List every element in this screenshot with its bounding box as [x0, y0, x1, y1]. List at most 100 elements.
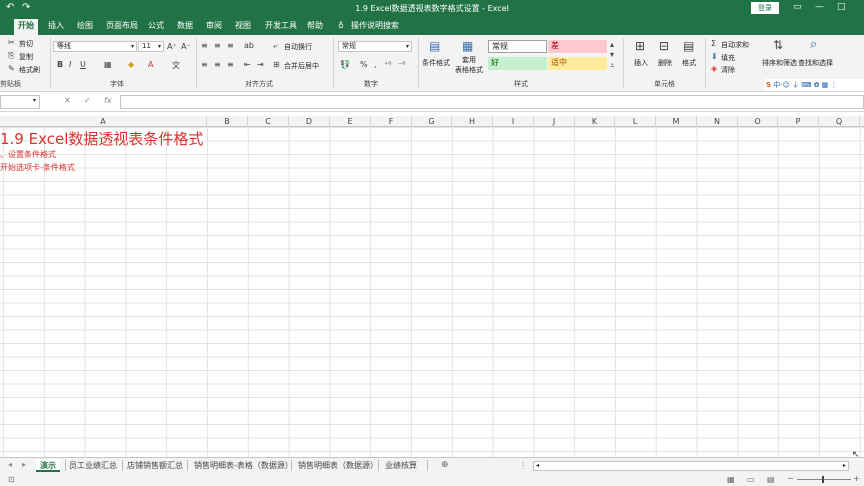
tab-data[interactable]: 数据: [177, 20, 193, 35]
decrease-indent-icon[interactable]: ⇤: [244, 60, 251, 69]
maximize-icon[interactable]: □: [837, 2, 846, 12]
column-header[interactable]: Q: [819, 116, 860, 127]
style-neutral[interactable]: 适中: [548, 57, 607, 70]
zoom-slider-thumb[interactable]: [822, 476, 824, 483]
page-break-view-icon[interactable]: ▤: [767, 475, 775, 484]
insert-cells-button[interactable]: 插入: [634, 58, 648, 68]
macro-record-icon[interactable]: ⊡: [8, 475, 15, 484]
cell-a3[interactable]: 开始选项卡-条件格式: [0, 162, 75, 173]
find-select-button[interactable]: 查找和选择: [798, 58, 833, 68]
column-header[interactable]: A: [0, 116, 207, 127]
column-header[interactable]: I: [493, 116, 534, 127]
format-as-table-button[interactable]: 套用 表格格式: [455, 55, 483, 75]
chevron-down-icon[interactable]: ▾: [610, 50, 614, 59]
horizontal-scrollbar[interactable]: ◂ ▸: [533, 461, 849, 471]
formula-input[interactable]: [120, 95, 864, 109]
align-right-icon[interactable]: ≡: [227, 60, 234, 69]
align-left-icon[interactable]: ≡: [201, 60, 208, 69]
style-normal[interactable]: 常规: [488, 40, 547, 53]
tab-page-layout[interactable]: 页面布局: [106, 20, 138, 35]
page-layout-view-icon[interactable]: ▭: [747, 475, 755, 484]
delete-cells-button[interactable]: 删除: [658, 58, 672, 68]
tab-home[interactable]: 开始: [14, 19, 38, 35]
column-header[interactable]: O: [738, 116, 778, 127]
copy-button[interactable]: 复制: [19, 52, 33, 62]
normal-view-icon[interactable]: ▦: [727, 475, 735, 484]
merge-center-button[interactable]: 合并后居中: [284, 61, 319, 71]
more-styles-icon[interactable]: ⩡: [610, 61, 615, 71]
increase-indent-icon[interactable]: ⇥: [257, 60, 264, 69]
zoom-in-icon[interactable]: +: [853, 474, 860, 483]
column-header[interactable]: J: [534, 116, 575, 127]
orientation-icon[interactable]: ab: [244, 41, 254, 50]
format-cells-button[interactable]: 格式: [682, 58, 696, 68]
column-header[interactable]: B: [207, 116, 248, 127]
tab-formulas[interactable]: 公式: [148, 20, 164, 35]
tab-insert[interactable]: 插入: [48, 20, 64, 35]
column-header[interactable]: H: [452, 116, 493, 127]
worksheet-grid[interactable]: 1.9 Excel数据透视表条件格式 、设置条件格式 开始选项卡-条件格式 ↖: [0, 127, 864, 457]
phonetic-icon[interactable]: 文: [172, 60, 180, 71]
chevron-up-icon[interactable]: ▴: [610, 40, 614, 49]
cancel-icon[interactable]: ✕: [64, 96, 71, 105]
scroll-left-icon[interactable]: ◂: [8, 460, 12, 469]
zoom-slider[interactable]: [797, 479, 851, 480]
shrink-font-icon[interactable]: A⁻: [181, 42, 191, 51]
tell-me-search[interactable]: 操作说明搜索: [351, 20, 399, 35]
column-header[interactable]: C: [248, 116, 289, 127]
number-format-select[interactable]: 常规 ▾: [338, 41, 412, 52]
align-top-icon[interactable]: ≡: [201, 41, 208, 50]
currency-icon[interactable]: 💱: [340, 60, 350, 69]
comma-icon[interactable]: ,: [374, 60, 377, 69]
decrease-decimal-icon[interactable]: ⁻⁰: [398, 60, 405, 69]
align-middle-icon[interactable]: ≡: [214, 41, 221, 50]
autosum-button[interactable]: 自动求和: [721, 40, 749, 50]
column-a-cells[interactable]: [0, 127, 207, 457]
font-size-select[interactable]: 11 ▾: [138, 41, 164, 52]
scroll-right-icon[interactable]: ▸: [843, 462, 846, 469]
column-header[interactable]: N: [697, 116, 738, 127]
more-options-icon[interactable]: ⋮: [519, 461, 527, 470]
sheet-tab[interactable]: 店铺销售额汇总: [127, 459, 183, 472]
style-bad[interactable]: 差: [548, 40, 607, 53]
cell-a1[interactable]: 1.9 Excel数据透视表条件格式: [0, 128, 203, 149]
fill-button[interactable]: 填充: [721, 53, 735, 63]
conditional-format-button[interactable]: 条件格式: [422, 58, 450, 68]
insert-function-icon[interactable]: fx: [104, 96, 112, 105]
login-button[interactable]: 登录: [751, 2, 779, 14]
column-header[interactable]: K: [575, 116, 615, 127]
font-color-icon[interactable]: A: [148, 60, 153, 69]
style-good[interactable]: 好: [488, 57, 547, 70]
sheet-tab-demo[interactable]: 演示: [36, 459, 60, 472]
format-painter-button[interactable]: 格式刷: [19, 65, 40, 75]
sheet-tab[interactable]: 业绩核算: [385, 459, 417, 472]
column-header[interactable]: F: [371, 116, 412, 127]
bold-button[interactable]: B: [57, 60, 63, 69]
column-header[interactable]: D: [289, 116, 330, 127]
grow-font-icon[interactable]: A⁺: [167, 42, 177, 51]
sheet-tab[interactable]: 销售明细表-表格（数据源）: [194, 459, 293, 472]
tab-review[interactable]: 审阅: [206, 20, 222, 35]
clear-button[interactable]: 清除: [721, 65, 735, 75]
ime-toolbar[interactable]: S 中·☺ ⏚ ⌨ ✿ ▦ ⋮: [764, 79, 864, 91]
column-header[interactable]: P: [778, 116, 819, 127]
scroll-left-icon[interactable]: ◂: [536, 462, 539, 469]
column-header[interactable]: L: [615, 116, 656, 127]
tab-developer[interactable]: 开发工具: [265, 20, 297, 35]
underline-button[interactable]: U: [80, 60, 86, 69]
fill-color-icon[interactable]: ◆: [128, 60, 134, 69]
cut-button[interactable]: 剪切: [19, 39, 33, 49]
sheet-tab[interactable]: 销售明细表（数据源）: [298, 459, 378, 472]
tab-draw[interactable]: 绘图: [77, 20, 93, 35]
percent-icon[interactable]: %: [360, 60, 368, 69]
column-header[interactable]: G: [412, 116, 452, 127]
name-box[interactable]: ▾: [0, 95, 40, 109]
border-icon[interactable]: ▦: [104, 60, 112, 69]
sort-filter-button[interactable]: 排序和筛选: [762, 58, 797, 68]
sheet-tab[interactable]: 员工业绩汇总: [69, 459, 117, 472]
font-name-select[interactable]: 等线 ▾: [53, 41, 137, 52]
align-center-icon[interactable]: ≡: [214, 60, 221, 69]
add-sheet-icon[interactable]: ⊕: [441, 460, 449, 470]
zoom-out-icon[interactable]: −: [787, 474, 794, 483]
scroll-right-icon[interactable]: ▸: [22, 460, 26, 469]
